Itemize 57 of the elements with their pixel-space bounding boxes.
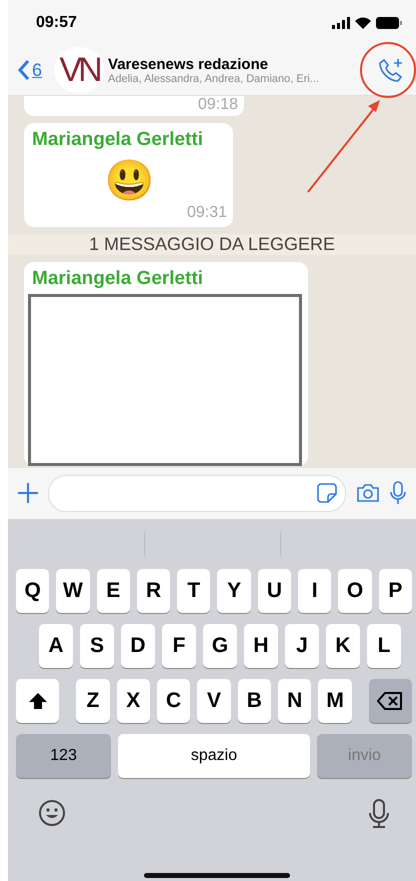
emoji-icon[interactable] (38, 798, 66, 826)
sender-name: Mariangela Gerletti (31, 268, 204, 290)
backspace-key[interactable] (368, 678, 412, 722)
shift-key[interactable] (16, 678, 60, 722)
message-time: 09:31 (186, 204, 227, 221)
letter-key[interactable]: Z (76, 678, 110, 722)
image-placeholder[interactable] (28, 294, 302, 466)
letter-key[interactable]: H (244, 624, 278, 668)
chat-title: Varesenews redazione (108, 56, 270, 72)
shift-arrow-icon (28, 692, 48, 710)
letter-key[interactable]: D (121, 624, 155, 668)
letter-key[interactable]: O (338, 568, 372, 612)
letter-key[interactable]: W (56, 568, 90, 612)
letter-key[interactable]: A (39, 624, 73, 668)
letter-key[interactable]: U (258, 568, 292, 612)
letter-key[interactable]: Y (217, 568, 251, 612)
letter-key[interactable]: N (278, 678, 312, 722)
letter-key[interactable]: V (197, 678, 231, 722)
battery-icon (376, 16, 402, 28)
sender-name: Mariangela Gerletti (32, 129, 204, 151)
group-avatar[interactable]: VN (54, 47, 104, 93)
sticker-icon[interactable] (317, 483, 337, 503)
status-time: 09:57 (36, 14, 77, 32)
chevron-left-icon (18, 60, 29, 80)
letter-key[interactable]: L (367, 624, 401, 668)
letter-key[interactable]: I (298, 568, 332, 612)
space-key[interactable]: spazio (118, 734, 310, 778)
participants-list: Adelia, Alessandra, Andrea, Damiano, Eri... (108, 72, 374, 84)
dictation-icon[interactable] (368, 798, 390, 828)
letter-key[interactable]: F (162, 624, 196, 668)
back-button[interactable]: 6 (18, 60, 42, 80)
letter-key[interactable]: R (136, 568, 170, 612)
emoji: 😃 (104, 158, 154, 204)
message-input[interactable] (48, 474, 346, 512)
annotation-circle (358, 40, 416, 100)
letter-key[interactable]: Q (16, 568, 50, 612)
microphone-icon[interactable] (390, 481, 406, 505)
unread-banner: 1 MESSAGGIO DA LEGGERE (8, 234, 416, 255)
letter-key[interactable]: K (326, 624, 360, 668)
letter-key[interactable]: P (378, 568, 412, 612)
letter-key[interactable]: S (80, 624, 114, 668)
letter-key[interactable]: B (238, 678, 272, 722)
letter-key[interactable]: E (96, 568, 130, 612)
letter-key[interactable]: G (203, 624, 237, 668)
wifi-icon (355, 16, 371, 28)
letter-key[interactable]: T (177, 568, 210, 612)
signal-icon (332, 16, 350, 28)
letter-key[interactable]: J (285, 624, 319, 668)
phone-plus-icon (378, 57, 404, 83)
plus-icon[interactable] (18, 483, 38, 503)
backspace-icon (377, 692, 404, 710)
numbers-key[interactable]: 123 (16, 734, 112, 778)
camera-icon[interactable] (356, 483, 380, 503)
letter-key[interactable]: C (156, 678, 190, 722)
letter-key[interactable]: M (318, 678, 352, 722)
message-time: 09:18 (198, 96, 238, 113)
letter-key[interactable]: X (116, 678, 150, 722)
